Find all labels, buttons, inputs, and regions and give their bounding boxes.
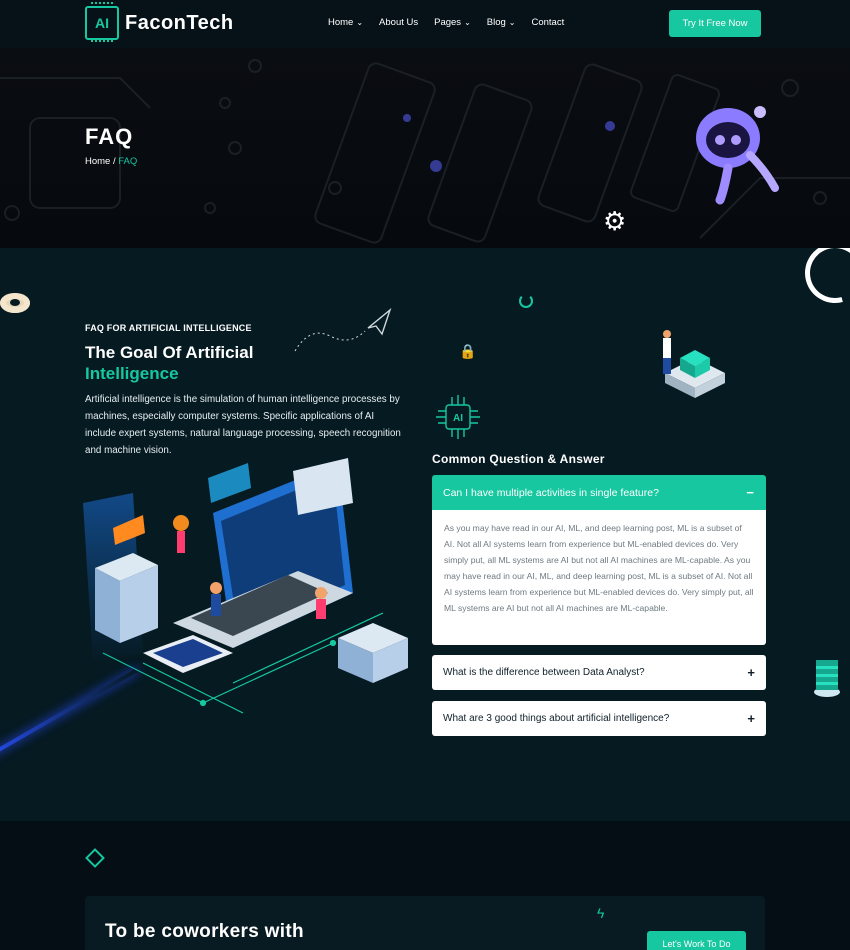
donut-decoration	[0, 293, 30, 313]
breadcrumb-home[interactable]: Home	[85, 156, 110, 167]
coworkers-title: To be coworkers with	[105, 921, 304, 942]
section-intro: Artificial intelligence is the simulatio…	[85, 394, 401, 456]
nav-label: Pages	[434, 17, 462, 28]
chevron-down-icon: ⌄	[356, 18, 364, 27]
page-title: FAQ	[85, 124, 134, 149]
breadcrumb-current: FAQ	[118, 156, 138, 167]
nav-label: Contact	[531, 17, 565, 28]
zigzag-icon: ϟ	[597, 905, 605, 921]
chip-logo-icon: AI	[85, 2, 119, 42]
nav-label: Blog	[486, 17, 506, 28]
nav-item-blog[interactable]: Blog ⌄	[487, 17, 516, 28]
stacked-layers-icon	[814, 660, 840, 697]
faq-question-3[interactable]: What are 3 good things about artificial …	[432, 701, 766, 736]
lets-work-button[interactable]: Let's Work To Do	[647, 931, 746, 950]
gear-icon: ⚙	[603, 206, 627, 236]
ai-chip-label: AI	[453, 413, 463, 424]
section-eyebrow: FAQ FOR ARTIFICIAL INTELLIGENCE	[85, 323, 252, 333]
faq-question-1[interactable]: Can I have multiple activities in single…	[432, 475, 766, 510]
main-nav: Home ⌄ About Us Pages ⌄ Blog ⌄ Contact	[328, 17, 564, 28]
robot-illustration	[696, 106, 779, 205]
page-hero: FAQ Home / FAQ ⚙	[0, 48, 850, 248]
expand-icon[interactable]: +	[747, 711, 755, 726]
coworkers-section: ϟ To be coworkers with Let's Work To Do	[0, 821, 850, 950]
lock-icon: 🔒	[459, 343, 477, 359]
page: AI FaconTech Home ⌄ About Us Pages ⌄ Blog ⌄…	[0, 0, 850, 950]
nav-item-pages[interactable]: Pages ⌄	[434, 17, 471, 28]
isometric-laptop-illustration	[83, 458, 408, 714]
faq-question-label: Can I have multiple activities in single…	[443, 486, 659, 499]
ai-chip-icon: AI	[436, 395, 480, 439]
faq-answer-1: As you may have read in our AI, ML, and …	[432, 510, 766, 645]
chevron-down-icon: ⌄	[508, 18, 516, 27]
nav-item-contact[interactable]: Contact	[531, 17, 564, 28]
faq-question-label: What are 3 good things about artificial …	[443, 713, 670, 724]
faq-section: 🔒 FAQ FOR ARTIFICIAL INTELLIGENCE The Go…	[0, 248, 850, 821]
heading-accent: Intelligence	[85, 364, 179, 383]
expand-icon[interactable]: +	[747, 665, 755, 680]
ring-decoration	[794, 248, 850, 314]
try-free-button[interactable]: Try It Free Now	[669, 10, 761, 37]
chevron-down-icon: ⌄	[464, 18, 471, 27]
nav-item-about[interactable]: About Us	[379, 17, 418, 28]
nav-label: About Us	[379, 17, 419, 28]
logo[interactable]: AI FaconTech	[85, 2, 234, 42]
breadcrumb: Home / FAQ	[85, 156, 137, 167]
isometric-server-illustration	[663, 330, 725, 398]
collapse-icon[interactable]: −	[746, 485, 754, 500]
section-heading: The Goal Of Artificial Intelligence	[85, 342, 385, 384]
nav-item-home[interactable]: Home ⌄	[328, 17, 363, 28]
spinner-decoration	[519, 294, 533, 308]
brand-name: FaconTech	[125, 11, 234, 34]
site-header: AI FaconTech Home ⌄ About Us Pages ⌄ Blog ⌄…	[0, 0, 850, 48]
qa-title: Common Question & Answer	[432, 452, 605, 466]
faq-question-2[interactable]: What is the difference between Data Anal…	[432, 655, 766, 690]
diamond-decoration	[85, 848, 105, 868]
heading-line: The Goal Of Artificial	[85, 343, 254, 362]
nav-label: Home	[328, 17, 354, 28]
faq-question-label: What is the difference between Data Anal…	[443, 667, 645, 678]
